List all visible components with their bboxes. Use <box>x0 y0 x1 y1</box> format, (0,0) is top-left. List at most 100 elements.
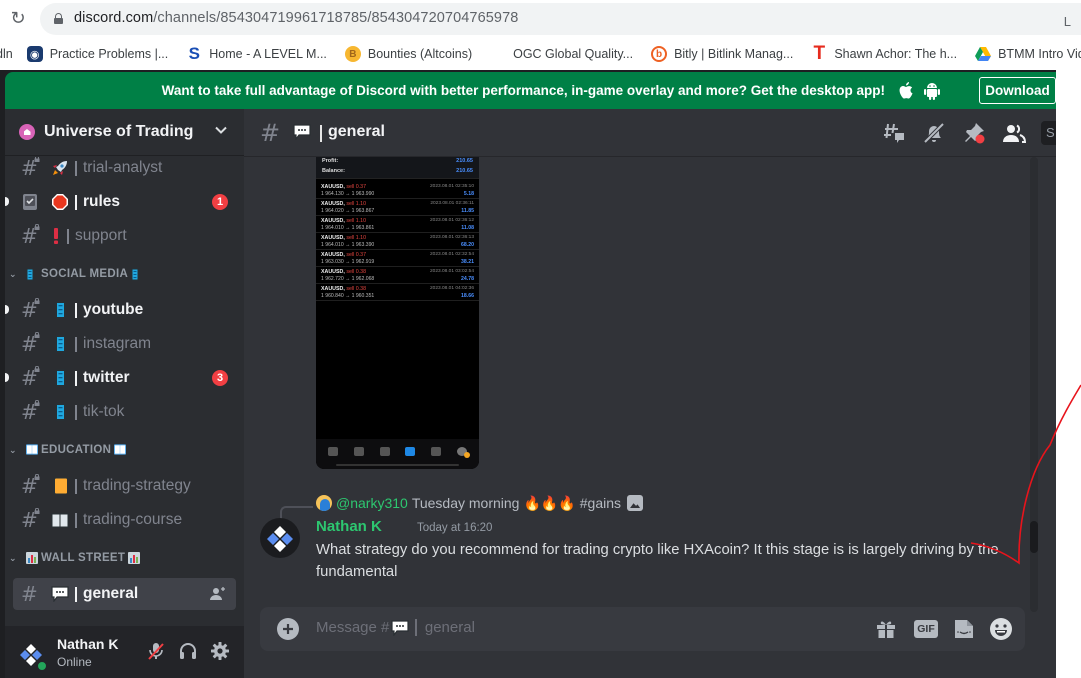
bookmark-label: dln <box>0 47 13 61</box>
gif-icon: GIF <box>914 620 938 638</box>
mobile-phone-emoji-icon <box>26 267 38 281</box>
channel-name-pipe <box>75 302 77 318</box>
mobile-phone-emoji-icon <box>51 335 69 353</box>
member-list-icon[interactable] <box>1002 121 1026 145</box>
bookmark-linkedin[interactable]: dln <box>0 47 13 61</box>
gif-button[interactable]: GIF <box>914 617 938 641</box>
lock-icon[interactable] <box>54 13 63 24</box>
channel-trading-course[interactable]: # trading-course <box>13 504 236 536</box>
bar-chart-emoji-icon <box>128 551 141 565</box>
desktop-app-notice: Want to take full advantage of Discord w… <box>5 72 1056 109</box>
symbol-text: XAUUSD, <box>321 252 345 258</box>
channel-tik-tok[interactable]: # tik-tok <box>13 396 236 428</box>
notification-muted-icon[interactable] <box>922 121 946 145</box>
channel-support[interactable]: # support <box>13 220 236 252</box>
emoji-button[interactable] <box>989 617 1013 641</box>
symbol-text: XAUUSD, <box>321 286 345 292</box>
message-author[interactable]: Nathan K <box>316 518 382 535</box>
gift-button[interactable] <box>874 617 898 641</box>
reply-avatar <box>316 495 332 511</box>
category-education[interactable]: ⌄ EDUCATION <box>9 441 129 459</box>
pinned-messages-icon[interactable] <box>962 121 986 145</box>
trade-row: XAUUSD, sell 1.10 1 964.010 → 1 963.390 20… <box>316 233 479 250</box>
channel-name-pipe <box>75 404 77 420</box>
reply-author[interactable]: @narky310 <box>336 495 408 511</box>
channel-label: general <box>83 585 139 602</box>
channel-name-pipe <box>75 370 77 386</box>
bookmark-practice-problems[interactable]: ◉ Practice Problems |... <box>26 46 168 62</box>
trade-prices: 1 964.010 → 1 963.390 <box>321 242 375 248</box>
trade-profit: 11.85 <box>461 208 474 214</box>
user-settings-button[interactable] <box>208 639 232 663</box>
speech-balloon-emoji-icon <box>293 124 311 142</box>
message-avatar[interactable] <box>260 518 300 558</box>
bookmark-label: Bounties (Altcoins) <box>367 47 473 61</box>
symbol-text: XAUUSD, <box>321 269 345 275</box>
trade-profit: 11.08 <box>461 225 474 231</box>
bookmark-bitly[interactable]: b Bitly | Bitlink Manag... <box>651 46 793 62</box>
message-composer[interactable]: Message # general GIF <box>260 607 1025 651</box>
upload-button[interactable] <box>277 618 299 640</box>
bookmark-ogc[interactable]: OGC Global Quality... <box>490 46 633 62</box>
threads-icon[interactable] <box>882 121 906 145</box>
channel-name-pipe <box>75 160 77 176</box>
category-wall-street[interactable]: ⌄ WALL STREET <box>9 549 143 567</box>
channel-rules[interactable]: rules 1 <box>5 186 236 218</box>
open-book-emoji-icon <box>51 511 69 529</box>
trade-datetime: 2023.08.01 03:02:54 <box>429 269 474 274</box>
bookmark-shawn-achor[interactable]: T Shawn Achor: The h... <box>811 43 958 64</box>
trade-prices: 1 964.020 → 1 963.867 <box>321 208 375 214</box>
chevron-down-icon: ⌄ <box>9 552 17 563</box>
address-bar-right-text: L <box>1063 14 1071 29</box>
chevron-down-icon[interactable] <box>214 123 228 137</box>
channel-twitter[interactable]: # twitter 3 <box>5 362 236 394</box>
reply-reference[interactable]: @narky310 Tuesday morning 🔥🔥🔥 #gains <box>316 494 644 512</box>
bookmark-btmm[interactable]: BTMM Intro Videos <box>975 46 1081 62</box>
trade-prices: 1 964.130 → 1 963.990 <box>321 191 375 197</box>
mobile-phone-emoji-icon <box>51 301 69 319</box>
trade-datetime: 2023.08.01 02:36:11 <box>430 201 474 206</box>
chevron-down-icon: ⌄ <box>9 268 17 279</box>
channel-label: instagram <box>83 335 152 352</box>
channel-instagram[interactable]: # instagram <box>13 328 236 360</box>
bar-chart-emoji-icon <box>26 551 38 565</box>
smiley-face-icon <box>990 618 1012 640</box>
channel-general[interactable]: # general <box>13 578 236 610</box>
channel-youtube[interactable]: # youtube <box>5 294 236 326</box>
mention-badge: 3 <box>212 370 228 386</box>
sticker-button[interactable] <box>952 617 976 641</box>
image-attachment[interactable]: Profit: 210.65 Balance: 210.65 XAUUSD, s… <box>316 157 479 469</box>
channel-trial-analyst[interactable]: # trial-analyst <box>13 157 236 184</box>
channel-name-pipe <box>75 512 77 528</box>
scrollbar-thumb[interactable] <box>1030 521 1038 553</box>
trade-symbol: XAUUSD, sell 0.38 <box>321 269 366 275</box>
url-text[interactable]: discord.com/channels/854304719961718785/… <box>74 10 518 26</box>
placeholder-channel: general <box>424 619 475 636</box>
android-icon <box>923 82 941 100</box>
omnibox[interactable]: discord.com/channels/854304719961718785/… <box>40 3 1081 35</box>
bookmark-label: Shawn Achor: The h... <box>834 47 958 61</box>
ledger-emoji-icon <box>51 477 69 495</box>
category-social-media[interactable]: ⌄ SOCIAL MEDIA <box>9 265 146 283</box>
microphone-muted-icon <box>148 643 164 660</box>
url-path: /channels/854304719961718785/85430472070… <box>153 10 519 26</box>
chart-icon <box>353 446 364 456</box>
channel-trading-strategy[interactable]: # trading-strategy <box>13 470 236 502</box>
mute-microphone-button[interactable] <box>144 639 168 663</box>
bookmark-a-level[interactable]: S Home - A LEVEL M... <box>186 44 327 63</box>
server-header[interactable]: Universe of Trading <box>5 109 244 156</box>
deafen-button[interactable] <box>176 639 200 663</box>
channel-name-pipe <box>320 125 322 142</box>
news-icon <box>431 446 442 456</box>
message-input[interactable]: Message # general <box>316 619 475 636</box>
reload-icon[interactable]: ↻ <box>8 8 28 29</box>
locked-text-channel-icon: # <box>21 224 40 248</box>
locked-text-channel-icon: # <box>21 157 40 180</box>
trade-profit: 38.21 <box>461 259 474 265</box>
add-member-icon[interactable] <box>210 586 226 602</box>
url-host: discord.com <box>74 10 154 26</box>
download-button[interactable]: Download <box>979 77 1056 104</box>
chevron-down-icon: ⌄ <box>9 444 17 455</box>
bookmark-bounties[interactable]: B Bounties (Altcoins) <box>344 46 473 62</box>
summary-value: 210.65 <box>456 168 473 174</box>
